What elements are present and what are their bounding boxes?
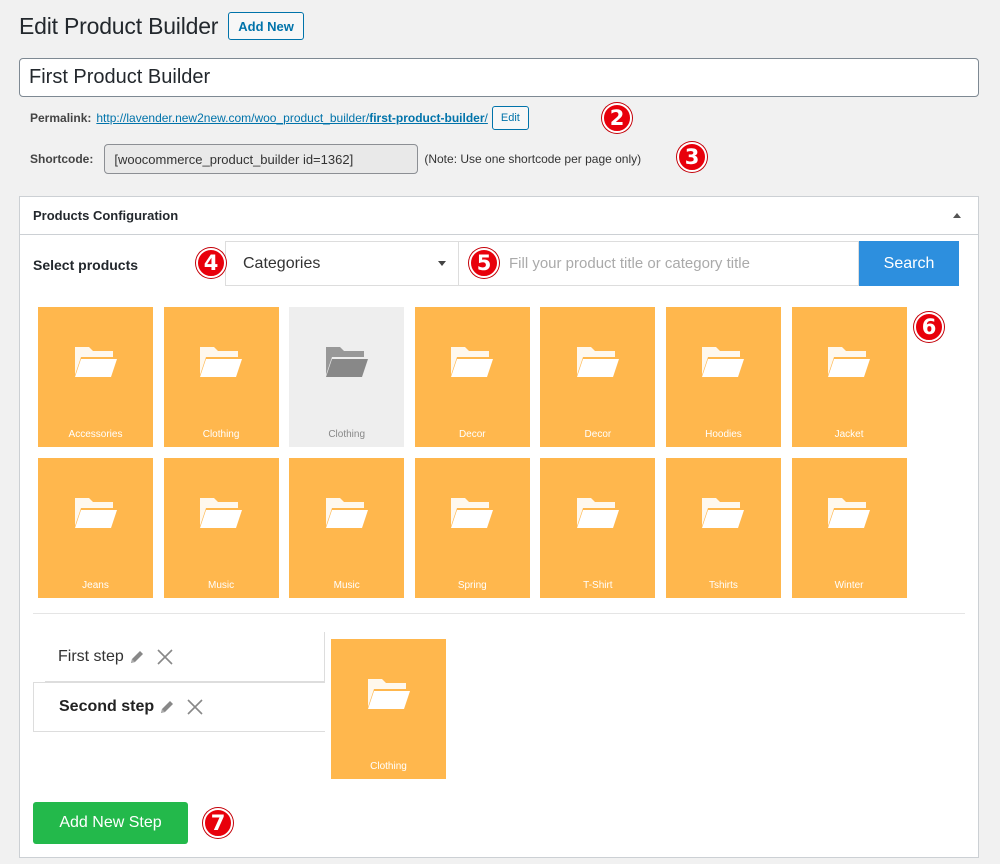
category-tile[interactable]: Music bbox=[163, 458, 279, 598]
folder-icon bbox=[325, 347, 368, 377]
tile-label: Clothing bbox=[328, 429, 366, 440]
category-tile[interactable]: Tshirts bbox=[665, 458, 781, 598]
edit-permalink-button[interactable]: Edit bbox=[491, 106, 529, 130]
shortcode-field[interactable] bbox=[104, 144, 419, 174]
category-tile[interactable]: Music bbox=[289, 458, 405, 598]
page-title: Edit Product Builder bbox=[19, 12, 219, 39]
tile-label: Music bbox=[333, 580, 360, 591]
add-new-button[interactable]: Add New bbox=[228, 12, 304, 40]
step-tab-first[interactable]: First step bbox=[45, 632, 325, 682]
tile-label: Clothing bbox=[202, 429, 240, 440]
permalink-row: Permalink: http://lavender.new2new.com/w… bbox=[30, 106, 529, 130]
category-tile[interactable]: Winter bbox=[791, 458, 907, 598]
category-tile[interactable]: Jacket bbox=[791, 307, 907, 447]
step-item-tile[interactable]: Clothing bbox=[331, 639, 446, 779]
tile-label: Winter bbox=[834, 580, 864, 591]
permalink-trailing: / bbox=[484, 111, 488, 125]
callout-marker-3: 3 bbox=[677, 142, 707, 172]
permalink-label: Permalink: bbox=[30, 111, 92, 125]
category-tile[interactable]: Hoodies bbox=[665, 307, 781, 447]
permalink-link[interactable]: http://lavender.new2new.com/woo_product_… bbox=[96, 111, 488, 125]
tile-label: Accessories bbox=[68, 429, 123, 440]
select-products-label: Select products bbox=[33, 257, 139, 273]
post-title-input[interactable] bbox=[19, 58, 979, 97]
step-tab-second[interactable]: Second step bbox=[33, 682, 325, 732]
search-input[interactable] bbox=[459, 241, 859, 286]
tile-label: Jeans bbox=[82, 580, 109, 591]
divider bbox=[33, 613, 965, 614]
category-tile[interactable]: Accessories bbox=[38, 307, 153, 447]
close-icon[interactable] bbox=[156, 648, 174, 666]
caret-up-icon[interactable] bbox=[953, 213, 961, 218]
products-configuration-box: Products Configuration Select products C… bbox=[19, 196, 979, 858]
category-tile[interactable]: T-Shirt bbox=[540, 458, 656, 598]
tile-label: Jacket bbox=[834, 429, 864, 440]
pencil-icon[interactable] bbox=[129, 649, 145, 665]
callout-marker-6: 6 bbox=[914, 312, 944, 342]
add-new-step-button[interactable]: Add New Step bbox=[33, 802, 188, 844]
shortcode-label: Shortcode: bbox=[30, 152, 94, 166]
folder-icon bbox=[200, 347, 243, 377]
folder-icon bbox=[367, 679, 410, 709]
step-label: Second step bbox=[59, 698, 155, 715]
tile-label: Decor bbox=[458, 429, 486, 440]
page-heading: Edit Product Builder Add New bbox=[19, 12, 304, 40]
folder-icon bbox=[576, 498, 619, 528]
chevron-down-icon bbox=[438, 261, 446, 266]
tile-label: Spring bbox=[457, 580, 487, 591]
tile-label: Clothing bbox=[370, 761, 407, 772]
permalink-slug: first-product-builder bbox=[369, 111, 485, 125]
folder-icon bbox=[325, 498, 368, 528]
folder-icon bbox=[576, 347, 619, 377]
tile-label: Music bbox=[208, 580, 235, 591]
shortcode-row: Shortcode: (Note: Use one shortcode per … bbox=[30, 144, 641, 174]
category-tile[interactable]: Clothing bbox=[163, 307, 279, 447]
tile-label: Decor bbox=[584, 429, 612, 440]
callout-marker-5: 5 bbox=[469, 248, 499, 278]
folder-icon bbox=[74, 498, 117, 528]
category-tile[interactable]: Jeans bbox=[38, 458, 153, 598]
category-tile[interactable]: Decor bbox=[540, 307, 656, 447]
folder-icon bbox=[828, 347, 871, 377]
folder-icon bbox=[451, 347, 494, 377]
step-label: First step bbox=[58, 647, 124, 665]
shortcode-note: (Note: Use one shortcode per page only) bbox=[424, 152, 642, 166]
select-value: Categories bbox=[243, 254, 321, 272]
postbox-title: Products Configuration bbox=[33, 208, 179, 223]
folder-icon bbox=[200, 498, 243, 528]
folder-icon bbox=[702, 347, 745, 377]
permalink-base: http://lavender.new2new.com/woo_product_… bbox=[96, 111, 370, 125]
tile-label: Tshirts bbox=[709, 580, 738, 591]
category-grid: Accessories Clothing Clothing Decor Decor Hoo… bbox=[38, 307, 918, 598]
callout-marker-4: 4 bbox=[196, 248, 226, 278]
postbox-header[interactable]: Products Configuration bbox=[20, 197, 978, 235]
product-type-select[interactable]: Categories bbox=[225, 241, 459, 286]
category-tile[interactable]: Decor bbox=[414, 307, 530, 447]
folder-icon bbox=[74, 347, 117, 377]
category-tile[interactable]: Spring bbox=[414, 458, 530, 598]
tile-label: Hoodies bbox=[705, 429, 742, 440]
folder-icon bbox=[828, 498, 871, 528]
steps-list: First step Second step bbox=[33, 632, 325, 732]
search-button[interactable]: Search bbox=[859, 241, 959, 286]
folder-icon bbox=[451, 498, 494, 528]
category-tile[interactable]: Clothing bbox=[289, 307, 405, 447]
close-icon[interactable] bbox=[186, 698, 204, 716]
callout-marker-7: 7 bbox=[203, 808, 233, 838]
folder-icon bbox=[702, 498, 745, 528]
pencil-icon[interactable] bbox=[159, 699, 175, 715]
callout-marker-2: 2 bbox=[602, 103, 632, 133]
tile-label: T-Shirt bbox=[583, 580, 613, 591]
